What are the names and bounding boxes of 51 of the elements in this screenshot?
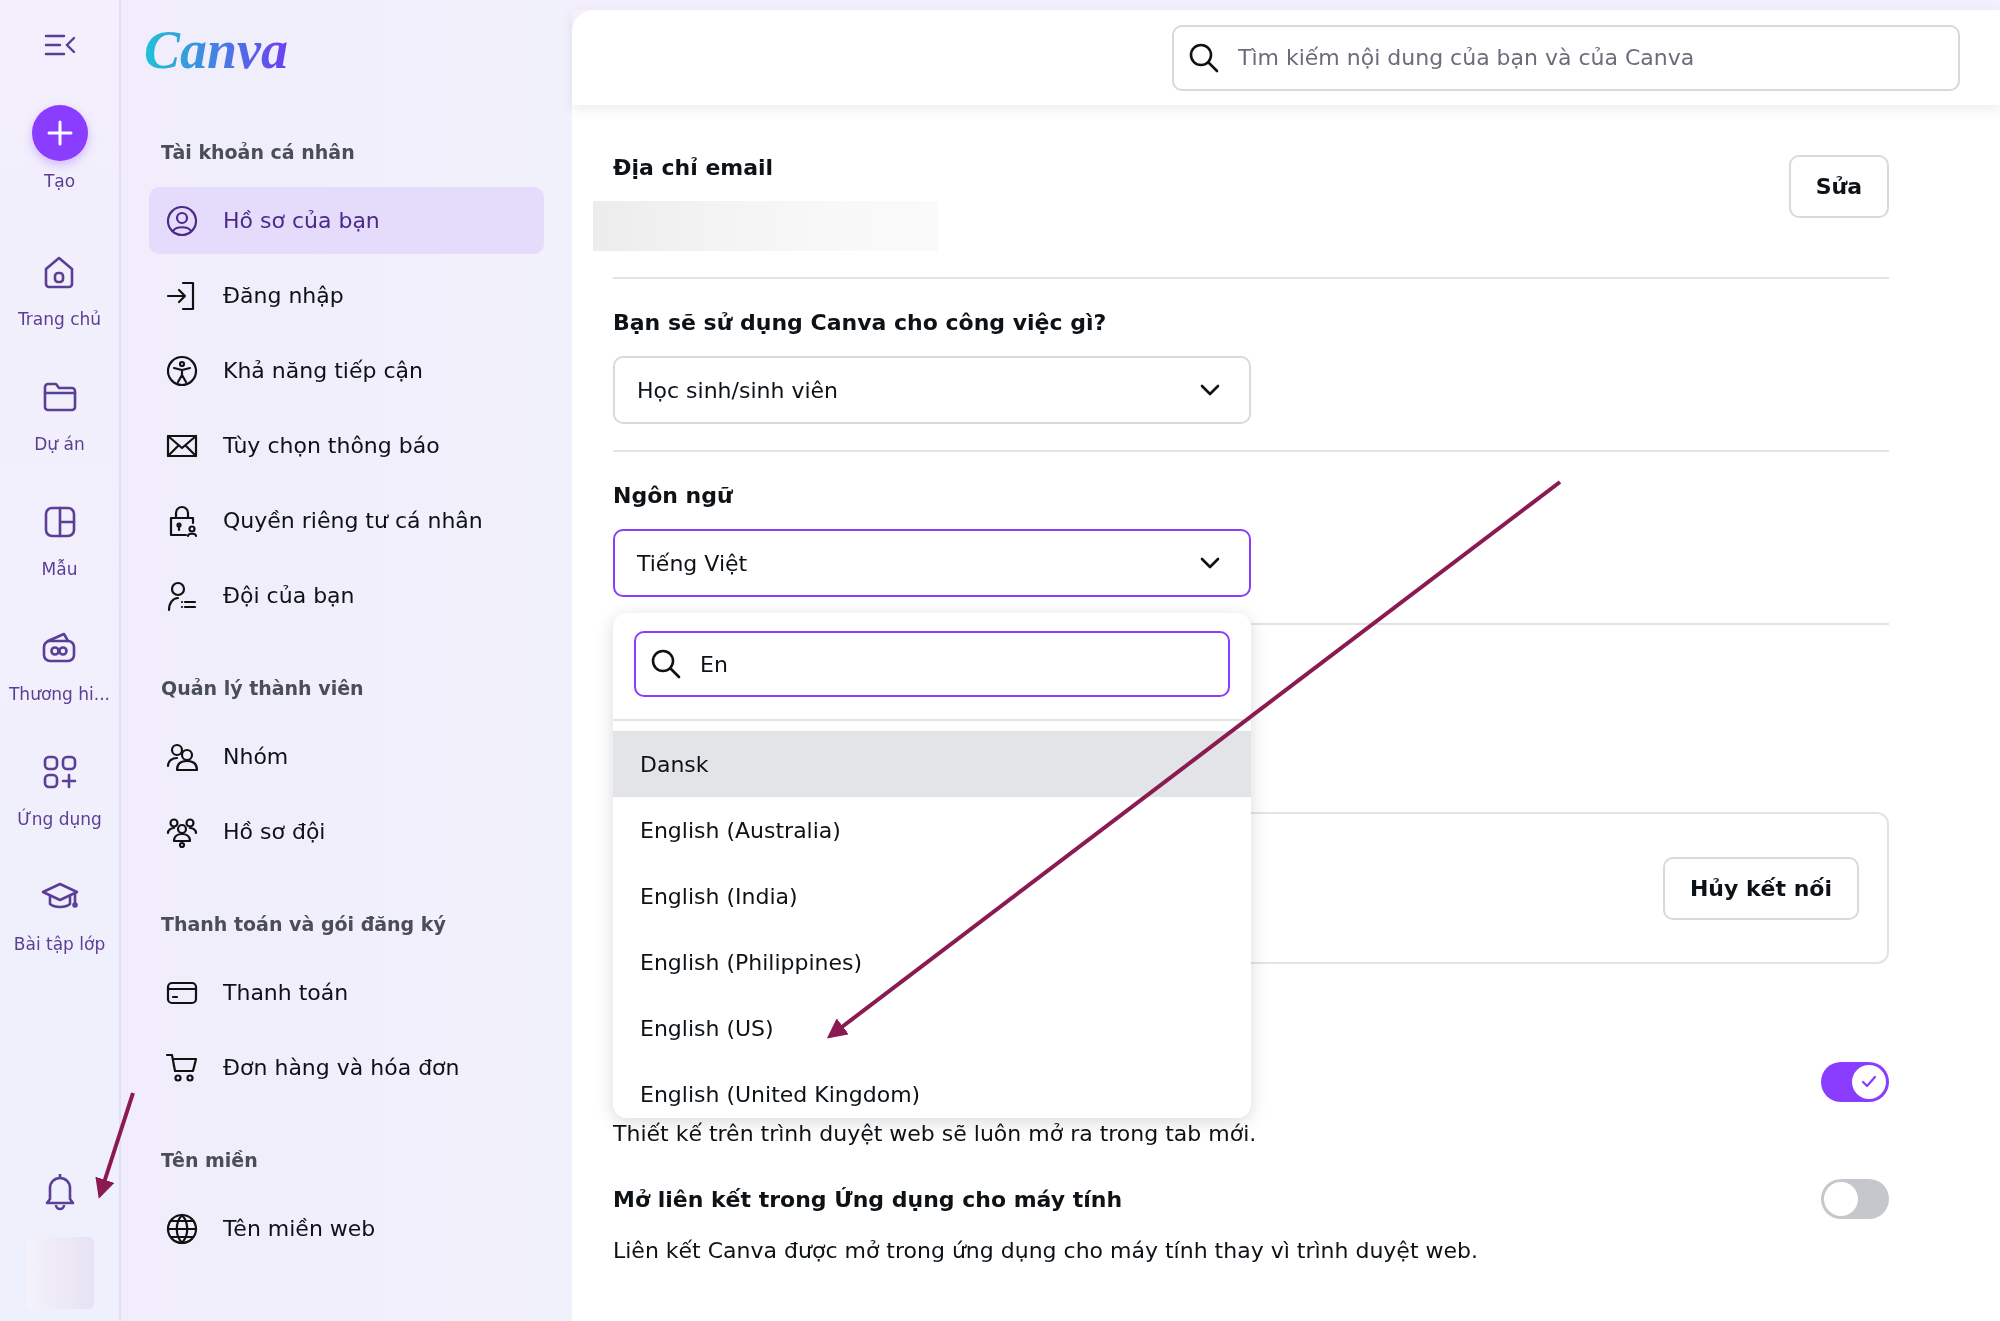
sidebar-item[interactable]: Quyền riêng tư cá nhân: [149, 487, 544, 554]
globe-icon: [165, 1211, 199, 1246]
setting-title: Mở liên kết trong Ứng dụng cho máy tính: [613, 1186, 1123, 1212]
toggle-switch[interactable]: [1821, 1062, 1889, 1102]
rail-item[interactable]: Mẫu: [39, 502, 80, 627]
sidebar-item[interactable]: Đăng nhập: [149, 262, 544, 329]
sidebar-item[interactable]: Hồ sơ của bạn: [149, 187, 544, 254]
setting-description: Thiết kế trên trình duyệt web sẽ luôn mở ra trong tab mới.: [613, 1121, 1258, 1146]
check-icon: [1861, 1075, 1877, 1089]
language-search-field[interactable]: En: [634, 631, 1230, 697]
create-button[interactable]: [31, 105, 88, 161]
accessibility-icon: [165, 353, 199, 388]
sidebar-item[interactable]: Nhóm: [149, 723, 544, 790]
chevron-down-icon: [1199, 556, 1221, 570]
sidebar-item[interactable]: Hồ sơ đội: [149, 798, 544, 865]
chevron-down-icon: [1199, 383, 1221, 397]
create-label: Tạo: [43, 171, 76, 191]
language-option[interactable]: English (US): [613, 995, 1251, 1061]
setting-description: Liên kết Canva được mở trong ứng dụng cho máy tính thay vì trình duyệt web.: [613, 1238, 1479, 1263]
sidebar-item[interactable]: Tùy chọn thông báo: [149, 412, 544, 479]
field-label: Ngôn ngữ: [613, 483, 734, 508]
section-heading: Thanh toán và gói đăng ký: [160, 913, 447, 935]
section-heading: Tên miền: [160, 1149, 259, 1171]
sidebar-item[interactable]: Khả năng tiếp cận: [149, 337, 544, 404]
sidebar-item[interactable]: Đội của bạn: [149, 562, 544, 629]
language-dropdown[interactable]: Tiếng Việt: [613, 529, 1251, 597]
sidebar-item[interactable]: Tên miền web: [149, 1195, 544, 1262]
edit-button[interactable]: Sửa: [1788, 155, 1889, 218]
field-label: Địa chỉ email: [613, 155, 775, 180]
section-heading: Tài khoản cá nhân: [160, 141, 356, 163]
toggle-switch[interactable]: [1821, 1179, 1889, 1219]
user-circle-icon: [165, 203, 199, 238]
language-option[interactable]: English (Australia): [613, 797, 1251, 863]
sidebar-item[interactable]: Đơn hàng và hóa đơn: [149, 1034, 544, 1101]
disconnect-button[interactable]: Hủy kết nối: [1662, 856, 1859, 920]
rail-item[interactable]: Dự án: [34, 377, 85, 502]
language-option[interactable]: English (Philippines): [613, 929, 1251, 995]
language-option[interactable]: Dansk: [613, 731, 1251, 797]
language-option[interactable]: English (India): [613, 863, 1251, 929]
usage-dropdown[interactable]: Học sinh/sinh viên: [613, 356, 1251, 424]
rail-item[interactable]: Thương hi...: [9, 627, 110, 752]
search-icon: [650, 648, 682, 680]
rail-item[interactable]: Trang chủ: [17, 252, 102, 377]
language-option[interactable]: English (United Kingdom): [613, 1061, 1251, 1118]
sidebar-item[interactable]: Thanh toán: [149, 959, 544, 1026]
field-label: Bạn sẽ sử dụng Canva cho công việc gì?: [613, 310, 1108, 335]
rail-item[interactable]: Ứng dụng: [17, 752, 102, 877]
section-heading: Quản lý thành viên: [160, 677, 365, 699]
search-field[interactable]: Tìm kiếm nội dung của bạn và của Canva: [1172, 24, 1960, 91]
search-icon: [1188, 41, 1220, 74]
rail-item[interactable]: Bài tập lớp: [13, 877, 106, 1002]
